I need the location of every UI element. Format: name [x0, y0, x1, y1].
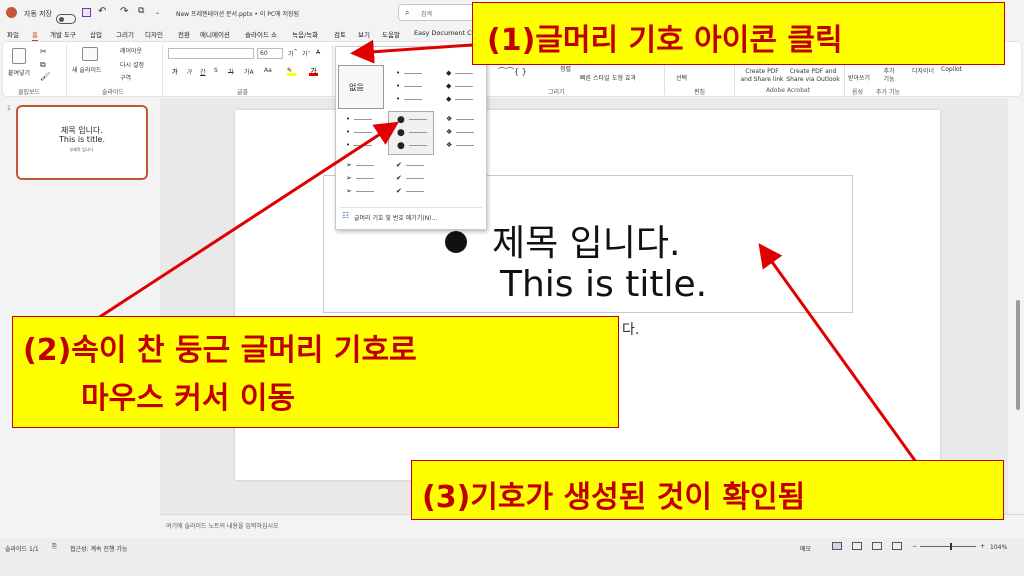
callout-step-1: (1)글머리 기호 아이콘 클릭: [472, 2, 1005, 65]
callout-step-2-line1: (2)속이 찬 둥근 글머리 기호로: [23, 333, 417, 368]
arrow-to-filled-bullet: [94, 121, 400, 322]
callout-step-2-line2: 마우스 커서 이동: [81, 381, 296, 416]
callout-step-3: (3)기호가 생성된 것이 확인됨: [411, 460, 1004, 520]
arrow-to-slide-bullet: [758, 243, 918, 463]
callout-step-2: (2)속이 찬 둥근 글머리 기호로 마우스 커서 이동: [12, 316, 619, 428]
powerpoint-window: 자동 저장 ↶ ↷ ⧉ ⌄ New 프레젠테이션 문서.pptx • 이 PC에…: [0, 0, 1024, 576]
callout-step-3-text: (3)기호가 생성된 것이 확인됨: [422, 480, 806, 515]
callout-step-1-text: (1)글머리 기호 아이콘 클릭: [487, 23, 843, 58]
arrow-to-bullet-icon: [350, 39, 487, 64]
